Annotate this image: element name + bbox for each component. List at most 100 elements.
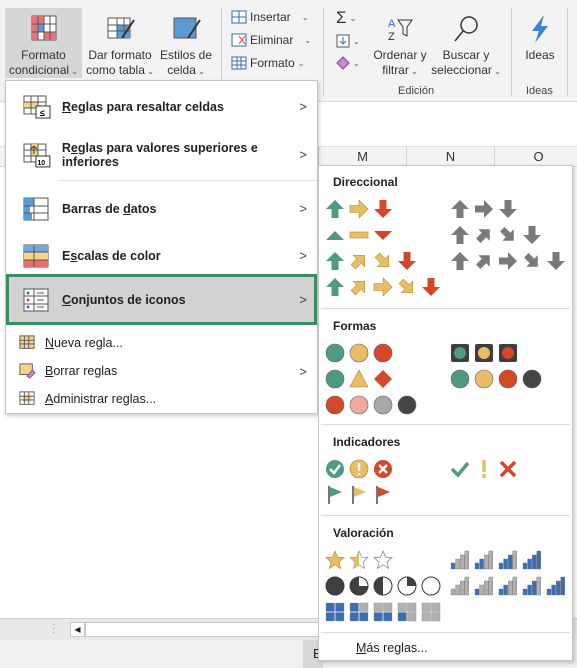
icon-set-option[interactable] [325,573,441,599]
label: Ordenar y [373,48,427,62]
icon-set-option[interactable] [450,366,542,392]
eraser-icon [336,56,350,70]
circle-yellow-icon [474,369,494,389]
star-2-icon [325,550,345,570]
se-yellow-icon [398,278,414,293]
menu-item-label: Nueva regla... [45,336,123,350]
clear-rules-icon [19,363,36,379]
menu-item-new-rule[interactable]: Nueva regla... [6,330,317,356]
divider [58,180,317,181]
delete-button[interactable]: Eliminar ⌄ [231,33,311,47]
icon-set-option[interactable] [450,248,566,274]
icon-set-option[interactable] [325,392,417,418]
insert-icon [231,10,247,24]
icon-set-option[interactable] [325,196,441,222]
diamond-red-icon [374,370,392,388]
conditional-formatting-button[interactable]: Formato condicional ⌄ [5,8,82,78]
circle-green-icon [325,369,345,389]
icon-set-option[interactable] [325,274,441,300]
menu-item-top-bottom-rules[interactable]: 10 Reglas para valores superiores e infer… [6,131,317,178]
pie-1-icon [397,576,417,596]
chevron-right-icon: > [299,248,307,263]
horizontal-scrollbar[interactable] [85,622,325,637]
icon-set-option[interactable] [325,222,441,248]
icon-set-option[interactable] [450,222,566,248]
icon-set-option[interactable] [450,456,518,482]
circle-dark-icon [522,369,542,389]
column-header-n[interactable]: N [406,147,494,167]
icon-group-right [450,547,566,599]
menu-item-color-scales[interactable]: Escalas de color > [6,232,317,279]
icon-group-left [325,456,393,508]
label: como tabla [86,63,145,77]
format-as-table-button[interactable]: Dar formato como tabla ⌄ [83,8,157,79]
icon-set-option[interactable] [325,547,441,573]
icon-section-0: Direccional [319,170,572,297]
column-header-o[interactable]: O [494,147,577,167]
svg-text:A: A [388,18,396,30]
se-gray-icon [524,253,538,267]
icon-section-1: Formas [319,314,572,415]
ne-yellow-icon [350,280,365,296]
icon-set-option[interactable] [325,340,417,366]
icon-set-option[interactable] [325,456,393,482]
highlight-cells-icon: ≤ [23,95,51,118]
down-red-icon [422,278,440,296]
cell-styles-button[interactable]: Estilos de celda ⌄ [158,8,214,79]
menu-item-data-bars[interactable]: Barras de datos > [6,185,317,232]
icon-sets-submenu: Direccional Formas Indicadores Valoración Má… [318,165,573,661]
find-select-button[interactable]: Buscar y seleccionar ⌄ [429,8,503,79]
menu-item-label: Conjuntos de iconos [62,292,186,307]
pie-0-icon [421,576,441,596]
format-button[interactable]: Formato ⌄ [231,56,304,70]
cell-styles-icon [173,17,201,39]
circle-red-icon [498,369,518,389]
column-header-m[interactable]: M [318,147,406,167]
icon-set-option[interactable] [325,482,393,508]
insert-button[interactable]: Insertar ⌄ [231,10,308,24]
menu-item-clear-rules[interactable]: Borrar reglas > [6,358,317,384]
bars-2-icon [474,550,494,570]
icon-set-option[interactable] [325,599,441,625]
icon-set-option[interactable] [325,366,417,392]
icon-sets-icon [23,288,49,311]
label: Formato [250,56,295,70]
more-rules-item[interactable]: Más reglas... [356,641,428,655]
group-label-ideas: Ideas [526,85,553,97]
svg-text:Z: Z [388,31,395,43]
box-4-icon [325,602,345,622]
chevron-down-icon: ⌄ [144,67,154,76]
clear-button[interactable]: ⌄ [336,56,360,70]
icon-set-option[interactable] [450,547,566,573]
menu-item-label: Reglas para valores superiores e inferio… [61,140,258,169]
chevron-right-icon: > [299,147,307,162]
sort-filter-button[interactable]: AZ Ordenar y filtrar ⌄ [369,8,431,79]
icon-set-option[interactable] [325,248,441,274]
format-table-icon [107,17,135,39]
fill-button[interactable]: ⌄ [336,34,360,48]
chevron-right-icon: > [299,201,307,216]
icon-group-right [450,196,566,274]
menu-item-icon-sets[interactable]: Conjuntos de iconos > [6,274,317,325]
icon-set-option[interactable] [450,196,566,222]
icon-group-left [325,547,441,625]
box-3-icon [349,602,369,622]
sort-filter-icon: AZ [388,18,413,43]
menu-item-highlight-cells-rules[interactable]: ≤ Reglas para resaltar celdas > [6,83,317,130]
right-gray-icon [475,200,493,218]
circle-red-icon [325,395,345,415]
scroll-left-button[interactable]: ◀ [70,622,85,637]
menu-item-manage-rules[interactable]: Administrar reglas... [6,386,317,412]
icon-group-left [325,196,441,300]
cexcl-yellow-icon [349,459,369,479]
splitter-handle[interactable]: · · · [52,620,55,638]
section-title: Formas [333,319,377,333]
menu-item-label: Administrar reglas... [45,392,157,406]
icon-set-option[interactable] [450,340,542,366]
ideas-button[interactable]: Ideas [518,8,562,63]
icon-section-2: Indicadores [319,430,572,504]
autosum-button[interactable]: Σ ⌄ [336,8,356,28]
icon-set-option[interactable] [450,573,566,599]
divider [321,515,570,516]
data-bars-icon [23,197,49,220]
